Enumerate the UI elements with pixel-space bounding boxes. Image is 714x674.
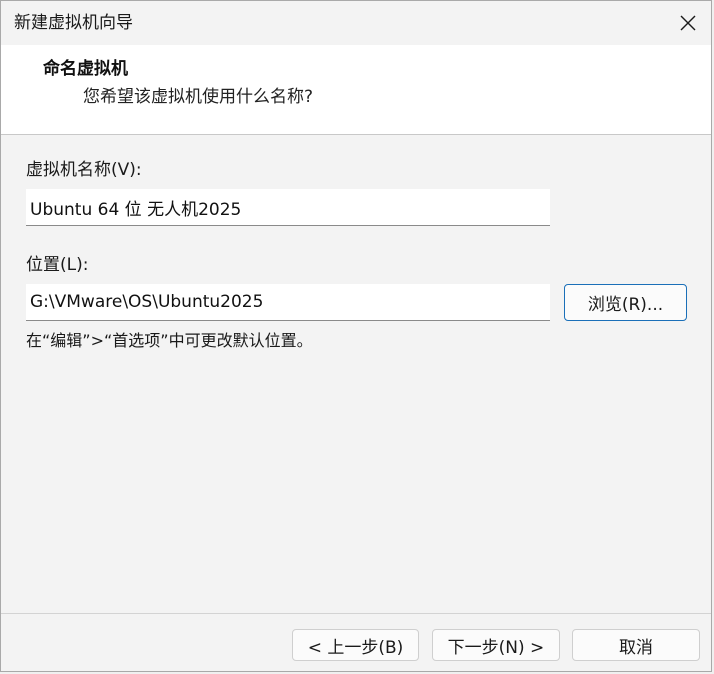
footer-divider [1, 613, 711, 614]
next-button[interactable]: 下一步(N) > [432, 629, 560, 661]
cancel-button[interactable]: 取消 [572, 629, 700, 661]
close-icon [680, 15, 696, 31]
back-button[interactable]: < 上一步(B) [292, 629, 419, 661]
location-label: 位置(L): [26, 255, 89, 275]
browse-button[interactable]: 浏览(R)... [564, 284, 687, 321]
default-location-hint: 在“编辑”>“首选项”中可更改默认位置。 [26, 331, 313, 350]
title-bar: 新建虚拟机向导 [1, 1, 711, 45]
wizard-header: 命名虚拟机 您希望该虚拟机使用什么名称? [1, 45, 711, 135]
new-vm-wizard-dialog: 新建虚拟机向导 命名虚拟机 您希望该虚拟机使用什么名称? 虚拟机名称(V): 位… [0, 0, 712, 672]
page-subtitle: 您希望该虚拟机使用什么名称? [83, 87, 314, 107]
vm-name-label: 虚拟机名称(V): [26, 160, 142, 180]
window-title: 新建虚拟机向导 [14, 13, 133, 33]
location-input[interactable] [26, 284, 550, 321]
vm-name-input[interactable] [26, 189, 550, 226]
page-title: 命名虚拟机 [43, 59, 128, 79]
close-button[interactable] [665, 1, 711, 45]
